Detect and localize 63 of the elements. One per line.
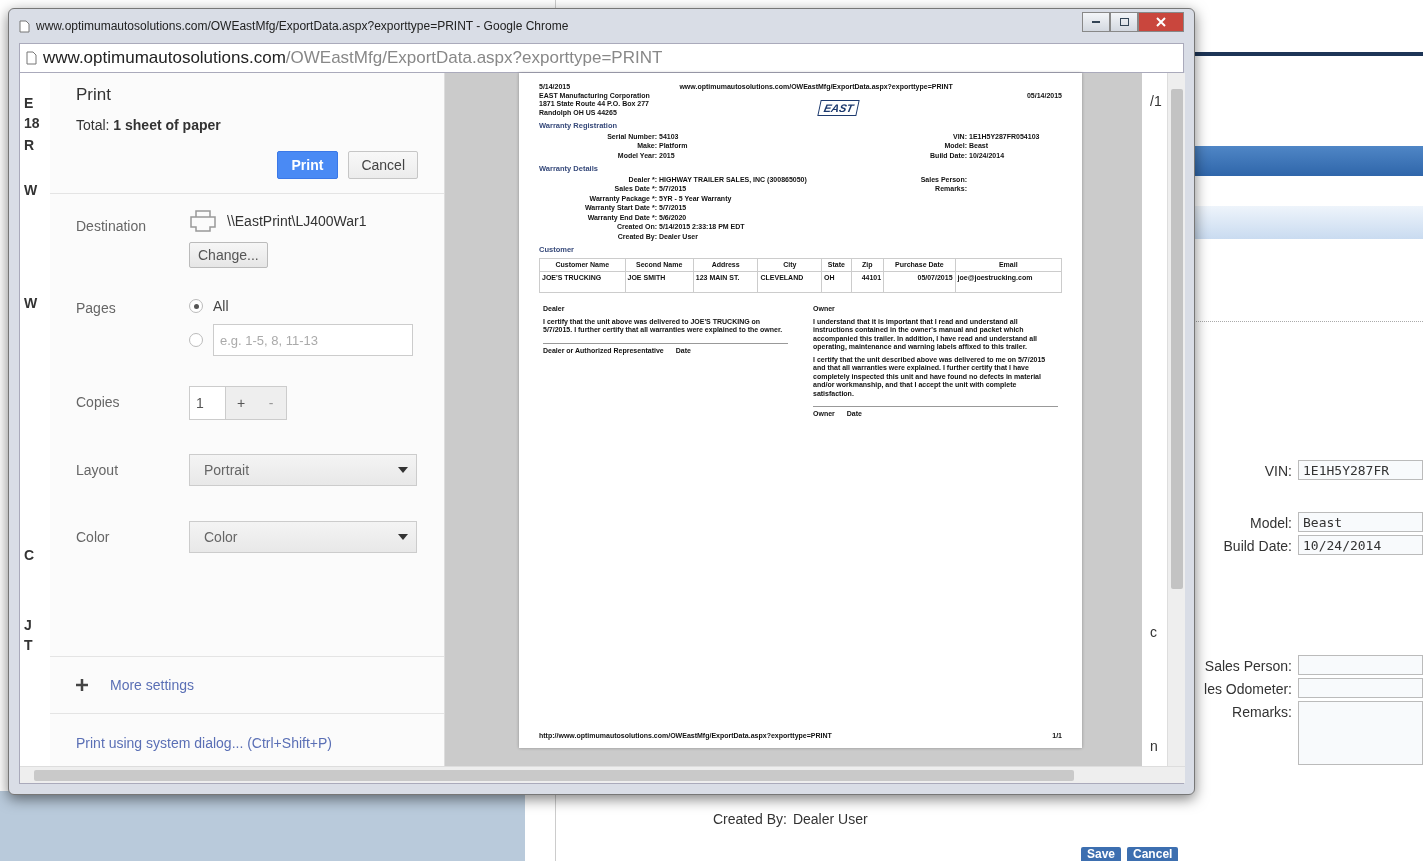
color-dropdown[interactable]: Color xyxy=(189,521,417,553)
page-text: n xyxy=(1149,738,1159,754)
radio-button[interactable] xyxy=(189,333,203,347)
setting-label: Layout xyxy=(76,461,120,480)
print-button[interactable]: Print xyxy=(276,151,339,179)
field-label: les Odometer: xyxy=(1204,680,1292,697)
input-field[interactable] xyxy=(1298,655,1423,675)
page-text: C xyxy=(23,547,36,563)
radio-button[interactable] xyxy=(189,299,203,313)
panel-title: Print xyxy=(76,85,112,105)
page-text: E xyxy=(23,95,35,111)
minimize-icon xyxy=(1092,20,1100,24)
input-field[interactable] xyxy=(1298,678,1423,698)
field-label: Remarks: xyxy=(1232,703,1292,720)
remarks-field[interactable] xyxy=(1298,701,1423,765)
company-logo: EAST xyxy=(817,99,860,116)
radio-label: All xyxy=(213,298,229,314)
setting-label: Pages xyxy=(76,299,117,318)
printer-name: \\EastPrint\LJ400War1 xyxy=(227,213,367,229)
change-button[interactable]: Change... xyxy=(189,242,268,268)
save-button[interactable]: Save xyxy=(1081,847,1122,861)
copies-field[interactable]: 1 + - xyxy=(189,386,287,420)
page-text: c xyxy=(1149,624,1158,640)
plus-icon xyxy=(76,679,88,691)
setting-label: Color xyxy=(76,528,111,547)
page-icon xyxy=(19,19,30,33)
field-value: Dealer User xyxy=(792,811,868,827)
input-field[interactable]: 10/24/2014 xyxy=(1298,535,1423,555)
caret-icon xyxy=(398,534,408,540)
layout-dropdown[interactable]: Portrait xyxy=(189,454,417,486)
page-text: W xyxy=(23,182,39,198)
field-label: VIN: xyxy=(1264,462,1292,479)
pages-field[interactable]: e.g. 1-5, 8, 11-13 xyxy=(213,324,413,356)
field-label: Build Date: xyxy=(1223,537,1292,554)
page-text: R xyxy=(23,137,36,153)
window-title: www.optimumautosolutions.com/OWEastMfg/ExportData.aspx?exporttype=PRINT - Google Chrome xyxy=(36,19,570,33)
maximize-button[interactable] xyxy=(1110,12,1138,32)
maximize-icon xyxy=(1119,18,1129,26)
field-label: Created By: xyxy=(713,811,787,827)
page-text: 18 xyxy=(23,115,41,131)
setting-label: Copies xyxy=(76,393,121,412)
minimize-button[interactable] xyxy=(1082,12,1110,32)
input-field[interactable]: 1E1H5Y287FR xyxy=(1298,460,1423,480)
close-button[interactable] xyxy=(1138,12,1184,32)
cancel-button[interactable]: Cancel xyxy=(348,151,418,179)
page-text: W xyxy=(23,295,39,311)
system-dialog-link[interactable]: Print using system dialog... (Ctrl+Shift+P) xyxy=(76,735,332,751)
more-settings-link[interactable]: More settings xyxy=(110,677,195,693)
field-label: Model: xyxy=(1249,514,1292,531)
increment-button[interactable]: + xyxy=(226,387,256,419)
page-text: T xyxy=(23,637,34,653)
page-text: J xyxy=(23,617,33,633)
page-text: /1 xyxy=(1149,93,1163,109)
setting-label: Destination xyxy=(76,217,148,236)
close-icon xyxy=(1156,17,1166,27)
page-icon xyxy=(26,51,37,65)
field-label: Sales Person: xyxy=(1204,657,1292,674)
cancel-button[interactable]: Cancel xyxy=(1127,847,1179,861)
address-bar[interactable]: www.optimumautosolutions.com/OWEastMfg/ExportData.aspx?exporttype=PRINT xyxy=(19,43,1184,73)
printer-icon xyxy=(189,210,217,232)
input-field[interactable]: Beast xyxy=(1298,512,1423,532)
sheet-total: Total: 1 sheet of paper xyxy=(76,117,222,133)
caret-icon xyxy=(398,467,408,473)
